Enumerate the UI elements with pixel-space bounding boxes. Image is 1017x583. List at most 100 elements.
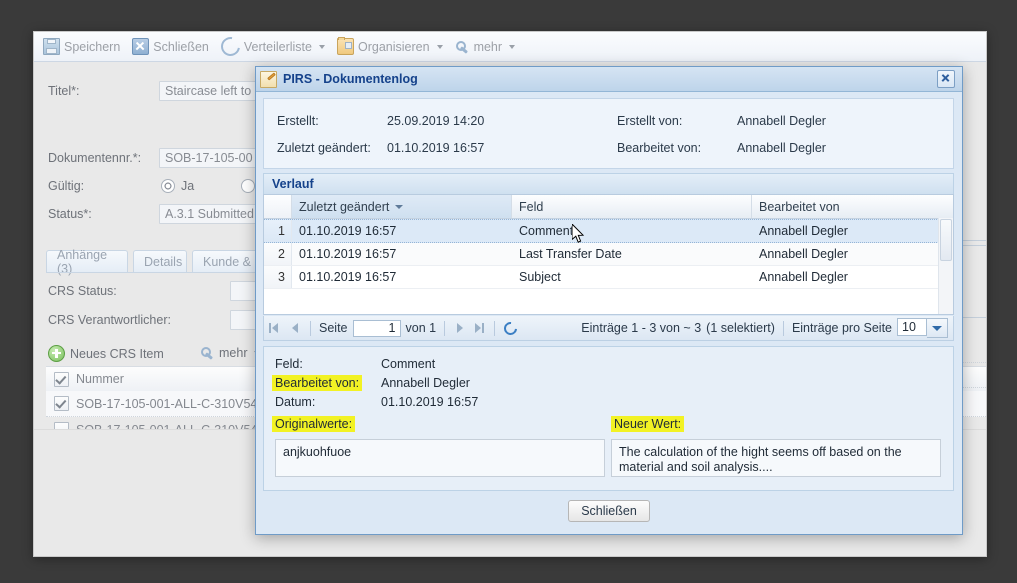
chevron-down-icon (319, 45, 325, 49)
erstellt-von-value: Annabell Degler (737, 114, 826, 128)
toolbar-button-speichern[interactable]: Speichern (43, 38, 120, 55)
entries-summary: Einträge 1 - 3 von ~ 3 (581, 321, 701, 335)
toolbar-label: Speichern (64, 40, 120, 54)
selected-summary: (1 selektiert) (706, 321, 775, 335)
dialog-close-button[interactable] (937, 70, 955, 88)
row-nummer: SOB-17-105-001-ALL-C-310V54- (76, 397, 262, 411)
sort-descending-icon (395, 205, 403, 209)
table-row[interactable]: 3 01.10.2019 16:57 Subject Annabell Degl… (264, 266, 953, 289)
status-label: Status*: (48, 207, 92, 221)
mouse-cursor (572, 224, 585, 244)
document-edit-icon (260, 71, 277, 88)
cell-zuletzt-geaendert: 01.10.2019 16:57 (292, 224, 512, 238)
select-all-checkbox[interactable] (46, 372, 76, 387)
table-row[interactable]: 1 01.10.2019 16:57 Comment Annabell Degl… (264, 219, 953, 243)
last-page-icon[interactable] (472, 321, 486, 335)
dialog-metadata-panel: Erstellt: 25.09.2019 14:20 Erstellt von:… (263, 98, 954, 169)
circular-arrows-icon (217, 33, 243, 59)
verlauf-title: Verlauf (272, 177, 314, 191)
detail-neuer-wert-value: The calculation of the hight seems off b… (611, 439, 941, 477)
save-icon (43, 38, 60, 55)
grid-header-row: Zuletzt geändert Feld Bearbeitet von (264, 195, 953, 219)
cell-feld: Last Transfer Date (512, 247, 752, 261)
cell-zuletzt-geaendert: 01.10.2019 16:57 (292, 270, 512, 284)
detail-panel: Feld: Comment Bearbeitet von: Annabell D… (263, 346, 954, 491)
divider (494, 321, 495, 336)
page-total-label: von 1 (406, 321, 437, 335)
grid-pager-toolbar: Seite 1 von 1 Einträge 1 - 3 von ~ 3 (1 … (263, 316, 954, 341)
row-number: 3 (264, 266, 292, 288)
dialog-title: PIRS - Dokumentenlog (283, 72, 418, 86)
per-page-select[interactable]: 10 (897, 318, 948, 338)
dokumentenlog-dialog: PIRS - Dokumentenlog Erstellt: 25.09.201… (255, 66, 963, 535)
background-toolbar: Speichern Schließen Verteilerliste Organ… (34, 32, 986, 62)
detail-bearbeitet-von-value: Annabell Degler (381, 376, 470, 390)
bearbeitet-von-label: Bearbeitet von: (617, 141, 701, 155)
per-page-value: 10 (897, 318, 927, 336)
grid-header-feld[interactable]: Feld (512, 195, 752, 218)
tab-details[interactable]: Details (133, 250, 187, 272)
column-header-nummer: Nummer (76, 372, 124, 386)
dialog-titlebar: PIRS - Dokumentenlog (256, 67, 962, 92)
titel-label: Titel*: (48, 84, 80, 98)
bearbeitet-von-value: Annabell Degler (737, 141, 826, 155)
crs-verantwortlicher-label: CRS Verantwortlicher: (48, 313, 171, 327)
crs-status-label: CRS Status: (48, 284, 117, 298)
detail-originalwerte-value: anjkuohfuoe (275, 439, 605, 477)
checkbox-checked-icon (54, 372, 69, 387)
row-checkbox[interactable] (46, 396, 76, 411)
guueltig-label: Gültig: (48, 179, 84, 193)
table-row[interactable]: 2 01.10.2019 16:57 Last Transfer Date An… (264, 243, 953, 266)
toolbar-button-organisieren[interactable]: Organisieren (337, 38, 443, 55)
toolbar-label: Organisieren (358, 40, 430, 54)
first-page-icon[interactable] (269, 321, 283, 335)
grid-scrollbar[interactable] (938, 218, 953, 314)
detail-neuer-wert-label: Neuer Wert: (611, 416, 684, 432)
schliessen-button[interactable]: Schließen (568, 500, 650, 522)
verlauf-grid: Zuletzt geändert Feld Bearbeitet von 1 0… (263, 194, 954, 315)
zuletzt-geaendert-label: Zuletzt geändert: (277, 141, 371, 155)
grid-header-zuletzt-geaendert[interactable]: Zuletzt geändert (292, 195, 512, 218)
zuletzt-geaendert-value: 01.10.2019 16:57 (387, 141, 484, 155)
screen: Speichern Schließen Verteilerliste Organ… (0, 0, 1017, 583)
grid-header-rownum (264, 195, 292, 218)
grid-header-bearbeitet-von[interactable]: Bearbeitet von (752, 195, 953, 218)
wrench-icon (200, 345, 215, 360)
toolbar-button-verteilerliste[interactable]: Verteilerliste (221, 37, 325, 56)
detail-datum-value: 01.10.2019 16:57 (381, 395, 478, 409)
guueltig-radio-ja[interactable]: Ja (161, 179, 194, 193)
previous-page-icon[interactable] (288, 321, 302, 335)
toolbar-button-schliessen[interactable]: Schließen (132, 38, 209, 55)
dokumentennr-label: Dokumentennr.*: (48, 151, 141, 165)
neues-crs-item-button[interactable]: Neues CRS Item (48, 345, 164, 362)
tab-kunde[interactable]: Kunde & (192, 250, 264, 272)
row-number: 2 (264, 243, 292, 265)
toolbar-button-mehr[interactable]: mehr (455, 39, 515, 54)
erstellt-value: 25.09.2019 14:20 (387, 114, 484, 128)
cell-zuletzt-geaendert: 01.10.2019 16:57 (292, 247, 512, 261)
radio-selected-icon (161, 179, 175, 193)
erstellt-von-label: Erstellt von: (617, 114, 682, 128)
refresh-icon[interactable] (503, 321, 518, 336)
crs-mehr-button[interactable]: mehr (200, 345, 260, 360)
wrench-icon (455, 39, 470, 54)
toolbar-label: Verteilerliste (244, 40, 312, 54)
page-number-input[interactable]: 1 (353, 320, 401, 337)
scrollbar-thumb[interactable] (940, 219, 952, 261)
tab-anhaenge[interactable]: Anhänge (3) (46, 250, 128, 272)
cell-feld: Comment (512, 224, 752, 238)
detail-feld-label: Feld: (275, 357, 303, 371)
chevron-down-icon[interactable] (927, 318, 948, 338)
divider (783, 321, 784, 336)
close-x-icon (132, 38, 149, 55)
guueltig-radio-nein[interactable] (241, 179, 255, 193)
toolbar-label: mehr (474, 40, 502, 54)
verlauf-section-header: Verlauf (263, 173, 954, 195)
plus-circle-icon (48, 345, 65, 362)
chevron-down-icon (437, 45, 443, 49)
cell-bearbeitet-von: Annabell Degler (752, 247, 953, 261)
per-page-label: Einträge pro Seite (792, 321, 892, 335)
radio-unselected-icon (241, 179, 255, 193)
row-number: 1 (264, 220, 292, 242)
next-page-icon[interactable] (453, 321, 467, 335)
